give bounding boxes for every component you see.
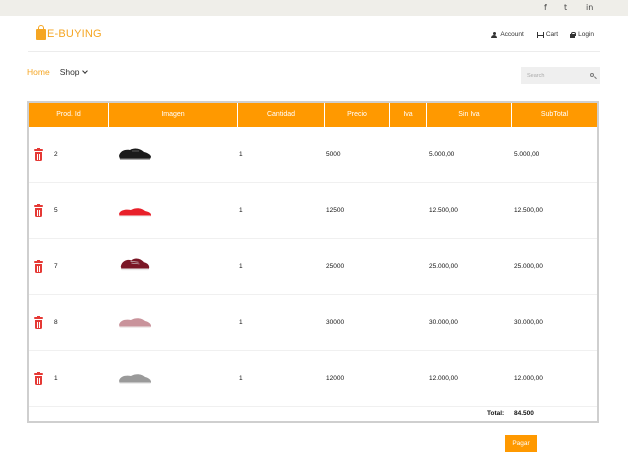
cell-cantidad: 1 <box>239 207 243 214</box>
login-link[interactable]: Login <box>570 31 594 38</box>
shopping-bag-icon <box>36 24 46 40</box>
cell-sin-iva: 12.000,00 <box>429 375 458 382</box>
trash-icon[interactable] <box>34 259 43 273</box>
user-icon <box>491 31 498 38</box>
table-row: 5 1 12500 12.500,00 12.500,00 <box>29 183 597 239</box>
cell-cantidad: 1 <box>239 263 243 270</box>
cell-sin-iva: 5.000,00 <box>429 151 455 158</box>
table-row: 7 1 25000 25.000,00 25.000,00 <box>29 239 597 295</box>
cell-subtotal: 5.000,00 <box>514 151 540 158</box>
cell-precio: 5000 <box>326 151 341 158</box>
cell-precio: 12000 <box>326 375 345 382</box>
cell-sin-iva: 12.500,00 <box>429 207 458 214</box>
cell-prod-id: 7 <box>54 263 58 270</box>
column-header-precio: Precio <box>325 103 390 127</box>
product-image-maroon-sneaker <box>120 258 150 271</box>
header-links: Account Cart Login <box>491 31 594 38</box>
product-image-black-sneaker <box>119 148 151 160</box>
cell-subtotal: 12.000,00 <box>514 375 543 382</box>
linkedin-icon[interactable]: in <box>586 3 593 12</box>
trash-icon[interactable] <box>34 371 43 385</box>
table-row: 1 1 12000 12.000,00 12.000,00 <box>29 351 597 407</box>
cart-table: Prod. Id Imagen Cantidad Precio Iva Sin … <box>27 101 599 423</box>
column-header-iva: Iva <box>390 103 427 127</box>
cell-cantidad: 1 <box>239 375 243 382</box>
login-label: Login <box>578 31 594 38</box>
table-header: Prod. Id Imagen Cantidad Precio Iva Sin … <box>29 103 597 127</box>
facebook-icon[interactable]: f <box>544 3 547 12</box>
chevron-down-icon <box>81 68 88 74</box>
cell-precio: 25000 <box>326 263 345 270</box>
column-header-imagen: Imagen <box>109 103 238 127</box>
trash-icon[interactable] <box>34 203 43 217</box>
product-image-grey-sneaker <box>119 374 151 384</box>
lock-icon <box>570 31 577 38</box>
column-header-subtotal: SubTotal <box>540 111 569 118</box>
top-bar: f t in <box>0 0 628 16</box>
cell-subtotal: 25.000,00 <box>514 263 543 270</box>
search-icon[interactable] <box>590 73 594 77</box>
cart-link[interactable]: Cart <box>536 31 558 38</box>
column-header-cantidad: Cantidad <box>238 103 325 127</box>
product-image-pink-sneaker <box>119 318 151 328</box>
cell-precio: 30000 <box>326 319 345 326</box>
table-row: 2 1 5000 5.000,00 5.000,00 <box>29 127 597 183</box>
product-image-red-sneaker <box>119 208 151 217</box>
total-label: Total: <box>487 410 505 417</box>
cell-cantidad: 1 <box>239 319 243 326</box>
cell-prod-id: 2 <box>54 151 58 158</box>
cell-precio: 12500 <box>326 207 345 214</box>
column-header-prod-id: Prod. Id <box>29 103 109 127</box>
cell-cantidad: 1 <box>239 151 243 158</box>
nav-shop[interactable]: Shop <box>59 67 88 77</box>
nav-home[interactable]: Home <box>27 67 50 77</box>
cart-icon <box>536 31 544 38</box>
cell-sin-iva: 30.000,00 <box>429 319 458 326</box>
search-box <box>521 67 600 84</box>
cell-prod-id: 5 <box>54 207 58 214</box>
cell-sin-iva: 25.000,00 <box>429 263 458 270</box>
table-row: 8 1 30000 30.000,00 30.000,00 <box>29 295 597 351</box>
logo-text: E-BUYING <box>47 28 102 40</box>
total-value: 84.500 <box>514 410 534 417</box>
cell-subtotal: 30.000,00 <box>514 319 543 326</box>
cart-label: Cart <box>545 31 559 38</box>
twitter-icon[interactable]: t <box>564 3 567 12</box>
trash-icon[interactable] <box>34 315 43 329</box>
pay-button[interactable]: Pagar <box>505 435 537 452</box>
site-logo[interactable]: E-BUYING <box>36 24 102 40</box>
account-label: Account <box>500 31 524 38</box>
column-header-sin-iva: Sin Iva <box>427 103 512 127</box>
cell-prod-id: 8 <box>54 319 58 326</box>
header-divider <box>28 51 600 52</box>
trash-icon[interactable] <box>34 147 43 161</box>
nav-shop-label: Shop <box>59 67 80 77</box>
cell-prod-id: 1 <box>54 375 58 382</box>
account-link[interactable]: Account <box>491 31 524 38</box>
cell-subtotal: 12.500,00 <box>514 207 543 214</box>
main-nav: Home Shop <box>27 67 88 77</box>
search-input[interactable] <box>521 67 585 84</box>
